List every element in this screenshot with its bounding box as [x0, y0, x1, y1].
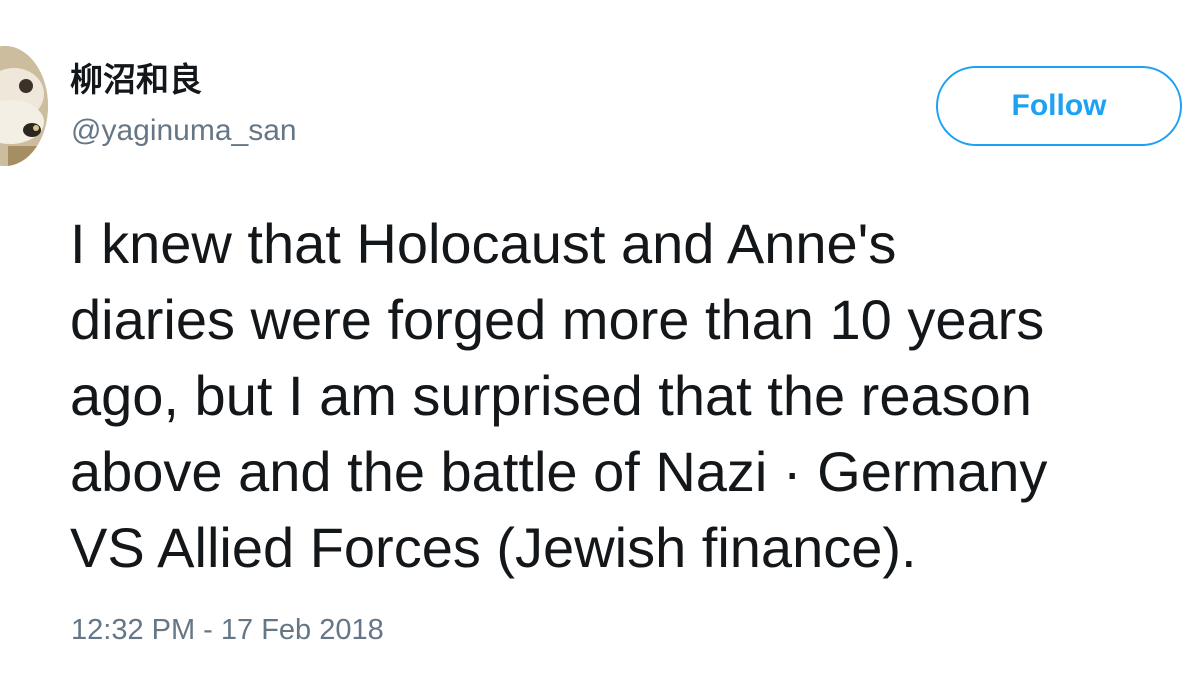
- avatar[interactable]: [0, 46, 48, 166]
- user-handle[interactable]: @yaginuma_san: [71, 113, 297, 149]
- tweet-text-line: VS Allied Forces (Jewish finance).: [70, 516, 917, 579]
- tweet-text-line: above and the battle of Nazi · Germany: [70, 440, 1048, 503]
- tweet-text: I knew that Holocaust and Anne's diaries…: [70, 206, 1200, 586]
- tweet-card: 柳沼和良 @yaginuma_san Follow I knew that Ho…: [0, 0, 1200, 675]
- display-name[interactable]: 柳沼和良: [70, 60, 202, 100]
- avatar-photo-icon: [0, 46, 48, 166]
- tweet-text-line: diaries were forged more than 10 years: [70, 288, 1045, 351]
- tweet-text-line: I knew that Holocaust and Anne's: [70, 212, 897, 275]
- follow-button[interactable]: Follow: [936, 66, 1182, 146]
- timestamp[interactable]: 12:32 PM - 17 Feb 2018: [71, 612, 384, 648]
- tweet-text-line: ago, but I am surprised that the reason: [70, 364, 1032, 427]
